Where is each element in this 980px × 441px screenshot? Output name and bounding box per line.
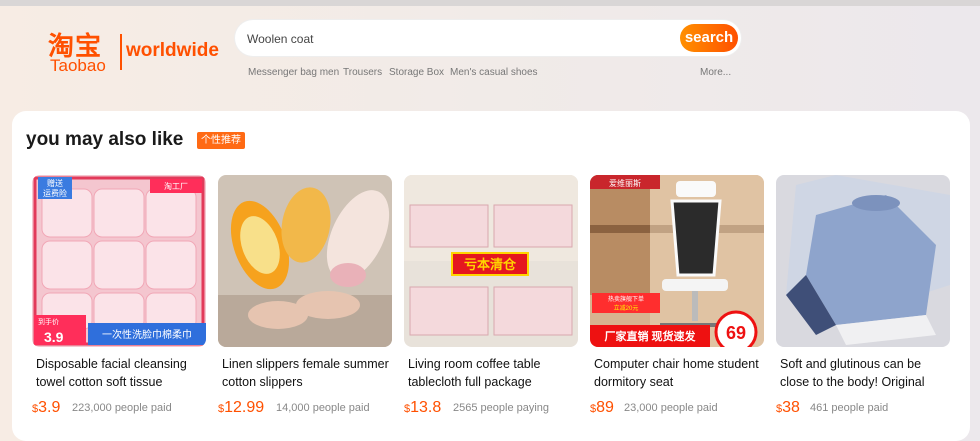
badge-text: 立减20元 xyxy=(614,304,639,312)
product-price: $12.99 xyxy=(218,399,264,417)
logo-worldwide-text: worldwide xyxy=(126,40,219,61)
search-input[interactable] xyxy=(245,20,669,58)
section-title: you may also like xyxy=(26,129,184,150)
price-value: 3.9 xyxy=(38,399,61,416)
product-price: $38 xyxy=(776,399,800,417)
product-image[interactable] xyxy=(776,175,950,347)
hot-search-link[interactable]: Trousers xyxy=(343,67,382,78)
paid-count: 23,000 people paid xyxy=(624,402,718,414)
product-card[interactable]: 爱维丽斯 热卖旗舰下单 立减20元 厂家直销 现货速发 69 Computer … xyxy=(590,175,764,423)
product-title[interactable]: Soft and glutinous can be close to the b… xyxy=(780,355,948,391)
product-title[interactable]: Disposable facial cleansing towel cotton… xyxy=(36,355,204,391)
product-price: $89 xyxy=(590,399,614,417)
paid-count: 223,000 people paid xyxy=(72,402,172,414)
product-image[interactable]: 爱维丽斯 热卖旗舰下单 立减20元 厂家直销 现货速发 69 xyxy=(590,175,764,347)
taobao-logo[interactable]: 淘宝 Taobao worldwide xyxy=(48,26,238,76)
badge-text: 爱维丽斯 xyxy=(609,178,641,188)
badge-text: 69 xyxy=(726,323,746,343)
product-image[interactable]: 亏本清仓 xyxy=(404,175,578,347)
paid-count: 461 people paid xyxy=(810,402,889,414)
product-title[interactable]: Computer chair home student dormitory se… xyxy=(594,355,762,391)
product-card[interactable]: Soft and glutinous can be close to the b… xyxy=(776,175,950,423)
product-title[interactable]: Linen slippers female summer cotton slip… xyxy=(222,355,390,391)
product-card[interactable]: 赠送 运费险 淘工厂 到手价 3.9 一次性洗脸巾棉柔巾 Disposable … xyxy=(32,175,206,423)
search-button[interactable]: search xyxy=(680,24,738,52)
badge-text: 3.9 xyxy=(44,329,64,345)
product-title[interactable]: Living room coffee table tablecloth full… xyxy=(408,355,576,391)
search-bar: search xyxy=(235,20,741,58)
paid-count: 14,000 people paid xyxy=(276,402,370,414)
paid-count: 2565 people paying xyxy=(453,402,550,414)
hot-search-link[interactable]: Storage Box xyxy=(389,67,444,78)
badge-text: 亏本清仓 xyxy=(464,257,517,272)
hot-search-link[interactable]: Men's casual shoes xyxy=(450,67,538,78)
hot-search-link[interactable]: Messenger bag men xyxy=(248,67,339,78)
price-value: 38 xyxy=(782,399,800,416)
badge-text: 厂家直销 现货速发 xyxy=(604,329,696,343)
product-image[interactable] xyxy=(218,175,392,347)
product-card[interactable]: Linen slippers female summer cotton slip… xyxy=(218,175,392,423)
price-value: 13.8 xyxy=(410,399,442,416)
product-price: $13.8 xyxy=(404,399,441,417)
logo-divider xyxy=(120,34,122,70)
top-strip xyxy=(0,0,980,6)
badge-text: 热卖旗舰下单 xyxy=(608,295,644,303)
product-card[interactable]: 亏本清仓 Living room coffee table tablecloth… xyxy=(404,175,578,423)
badge-text: 一次性洗脸巾棉柔巾 xyxy=(102,328,192,341)
badge-text: 运费险 xyxy=(43,188,67,198)
product-image[interactable]: 赠送 运费险 淘工厂 到手价 3.9 一次性洗脸巾棉柔巾 xyxy=(32,175,206,347)
price-value: 89 xyxy=(596,399,614,416)
price-value: 12.99 xyxy=(224,399,265,416)
more-link[interactable]: More... xyxy=(700,67,731,78)
badge-text: 赠送 xyxy=(47,178,63,188)
badge-text: 淘工厂 xyxy=(164,181,188,191)
product-price: $3.9 xyxy=(32,399,60,417)
logo-english-text: Taobao xyxy=(50,56,106,75)
personalized-tag: 个性推荐 xyxy=(197,132,245,149)
badge-text: 到手价 xyxy=(38,317,59,326)
